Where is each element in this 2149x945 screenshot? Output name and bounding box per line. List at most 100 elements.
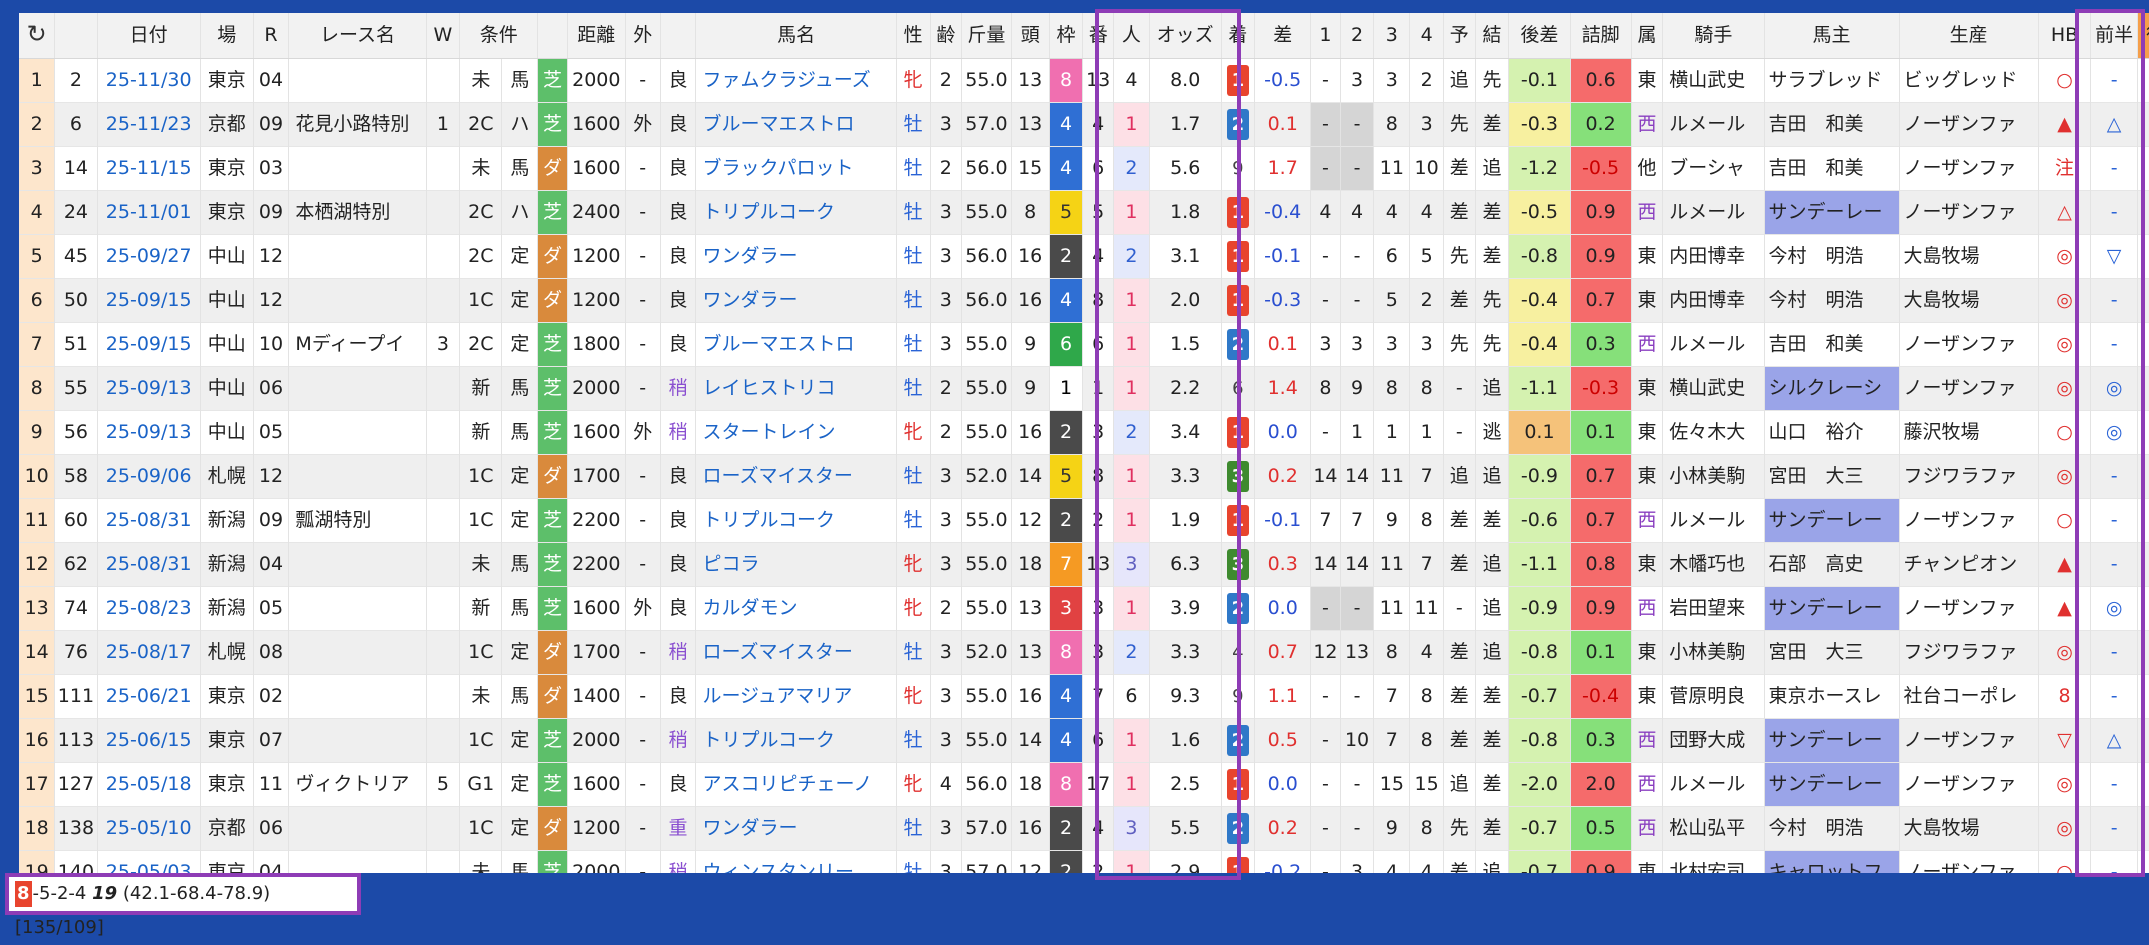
horse-name-link[interactable]: レイヒストリコ xyxy=(695,366,897,411)
horse-name-link[interactable]: ブルーマエストロ xyxy=(695,102,897,147)
race-date-link[interactable]: 25-05/03 xyxy=(97,850,201,873)
second-half-mark: ◎ xyxy=(2137,630,2149,675)
col-header-zoku[interactable]: 属 xyxy=(1631,13,1664,59)
col-header-ninki[interactable]: 人 xyxy=(1113,13,1150,59)
race-name xyxy=(288,630,427,675)
table-row[interactable]: 3 14 25-11/15 東京 03 未馬ダ 1600- 良ブラックパロット牡 2 56.0 15… xyxy=(19,146,2149,191)
col-header-hb[interactable]: HB xyxy=(2038,13,2092,59)
horse-name-link[interactable]: ルージュアマリア xyxy=(695,674,897,719)
horse-name-link[interactable]: ウィンスタンリー xyxy=(695,850,897,873)
col-header-c3[interactable]: 3 xyxy=(1373,13,1411,59)
race-index: 62 xyxy=(54,542,98,587)
col-header-c4[interactable]: 4 xyxy=(1409,13,1444,59)
horse-name-link[interactable]: アスコリピチェーノ xyxy=(695,762,897,807)
col-header-age[interactable]: 齢 xyxy=(930,13,963,59)
col-header-frame[interactable]: 枠 xyxy=(1049,13,1084,59)
col-header-zen[interactable]: 前半 xyxy=(2090,13,2138,59)
table-row[interactable]: 19 140 25-05/03 東京 04 未馬芝 2000- 稍ウィンスタンリー牡 3 57.0… xyxy=(19,850,2149,873)
col-header-c2[interactable]: 2 xyxy=(1340,13,1375,59)
col-header-num[interactable]: 番 xyxy=(1082,13,1114,59)
horse-name-link[interactable]: ワンダラー xyxy=(695,234,897,279)
horse-name-link[interactable]: ワンダラー xyxy=(695,806,897,851)
horse-name-link[interactable]: ワンダラー xyxy=(695,278,897,323)
finish-rank-badge: 1 xyxy=(1226,197,1249,228)
race-date-link[interactable]: 25-08/31 xyxy=(97,542,201,587)
horse-name-link[interactable]: ファムクラジューズ xyxy=(695,58,897,103)
col-header-kou[interactable]: 後半 xyxy=(2137,13,2149,59)
race-date-link[interactable]: 25-11/30 xyxy=(97,58,201,103)
table-row[interactable]: 9 56 25-09/13 中山 05 新馬芝 1600 外稍スタートレイン牝 2 55.0 16 2… xyxy=(19,410,2149,455)
table-row[interactable]: 1 2 25-11/30 東京 04 未馬芝 2000- 良ファムクラジューズ牝 2 55.0 13… xyxy=(19,58,2149,103)
race-date-link[interactable]: 25-09/13 xyxy=(97,366,201,411)
col-header-kin[interactable]: 斤量 xyxy=(961,13,1012,59)
race-date-link[interactable]: 25-11/23 xyxy=(97,102,201,147)
race-class: 1C xyxy=(459,630,503,675)
race-date-link[interactable]: 25-08/31 xyxy=(97,498,201,543)
table-row[interactable]: 18 138 25-05/10 京都 06 1C 定ダ 1200- 重ワンダラー牡 3 57.0 16… xyxy=(19,806,2149,851)
col-header-cond[interactable]: 条件 xyxy=(459,13,539,59)
field-size: 16 xyxy=(1011,278,1050,323)
col-header-tsume[interactable]: 詰脚 xyxy=(1570,13,1632,59)
col-header-heads[interactable]: 頭 xyxy=(1011,13,1050,59)
col-header-breed[interactable]: 生産 xyxy=(1899,13,2039,59)
horse-name-link[interactable]: カルダモン xyxy=(695,586,897,631)
race-date-link[interactable]: 25-06/15 xyxy=(97,718,201,763)
col-header-race[interactable]: レース名 xyxy=(288,13,427,59)
table-row[interactable]: 7 51 25-09/15 中山 10 Mディープイ 3 2C 定芝 1800- 良ブルーマエストロ… xyxy=(19,322,2149,367)
col-header-jockey[interactable]: 騎手 xyxy=(1662,13,1765,59)
table-row[interactable]: 16 113 25-06/15 東京 07 1C 定芝 2000- 稍トリプルコーク牡 3 55.0… xyxy=(19,718,2149,763)
race-date-link[interactable]: 25-09/15 xyxy=(97,278,201,323)
race-date-link[interactable]: 25-09/13 xyxy=(97,410,201,455)
table-row[interactable]: 12 62 25-08/31 新潟 04 未馬芝 2200- 良ピコラ牝 3 55.0 18 7 13 3… xyxy=(19,542,2149,587)
col-header-sex[interactable]: 性 xyxy=(896,13,931,59)
col-header-place[interactable]: 場 xyxy=(200,13,254,59)
race-date-link[interactable]: 25-09/06 xyxy=(97,454,201,499)
table-row[interactable]: 13 74 25-08/23 新潟 05 新馬芝 1600 外良カルダモン牝 2 55.0 13 3 3… xyxy=(19,586,2149,631)
horse-name-link[interactable]: ブラックパロット xyxy=(695,146,897,191)
col-header-diff[interactable]: 差 xyxy=(1254,13,1312,59)
table-row[interactable]: 15 111 25-06/21 東京 02 未馬ダ 1400- 良ルージュアマリア牝 3 55.0… xyxy=(19,674,2149,719)
race-date-link[interactable]: 25-09/27 xyxy=(97,234,201,279)
horse-name-link[interactable]: ピコラ xyxy=(695,542,897,587)
course-outer: - xyxy=(625,278,661,323)
table-row[interactable]: 17 127 25-05/18 東京 11 ヴィクトリア 5 G1 定芝 1600- 良アスコリピチ… xyxy=(19,762,2149,807)
col-header-agsa[interactable]: 後差 xyxy=(1508,13,1571,59)
table-row[interactable]: 11 60 25-08/31 新潟 09 瓢湖特別 1C 定芝 2200- 良トリプルコーク牡 3 5… xyxy=(19,498,2149,543)
horse-name-link[interactable]: ブルーマエストロ xyxy=(695,322,897,367)
race-date-link[interactable]: 25-06/21 xyxy=(97,674,201,719)
table-row[interactable]: 5 45 25-09/27 中山 12 2C 定ダ 1200- 良ワンダラー牡 3 56.0 16 2 4… xyxy=(19,234,2149,279)
col-header-c1[interactable]: 1 xyxy=(1310,13,1341,59)
horse-name-link[interactable]: トリプルコーク xyxy=(695,498,897,543)
race-date-link[interactable]: 25-08/23 xyxy=(97,586,201,631)
horse-name-link[interactable]: ローズマイスター xyxy=(695,454,897,499)
col-header-yo[interactable]: 予 xyxy=(1443,13,1476,59)
col-header-owner[interactable]: 馬主 xyxy=(1764,13,1900,59)
horse-name-link[interactable]: ローズマイスター xyxy=(695,630,897,675)
race-number: 02 xyxy=(253,674,290,719)
table-row[interactable]: 10 58 25-09/06 札幌 12 1C 定ダ 1700- 良ローズマイスター牡 3 52.0… xyxy=(19,454,2149,499)
race-date-link[interactable]: 25-09/15 xyxy=(97,322,201,367)
horse-name-link[interactable]: スタートレイン xyxy=(695,410,897,455)
race-date-link[interactable]: 25-05/10 xyxy=(97,806,201,851)
table-row[interactable]: 2 6 25-11/23 京都 09 花見小路特別 1 2C ハ芝 1600 外良ブルーマエストロ牡… xyxy=(19,102,2149,147)
col-header-r[interactable]: R xyxy=(253,13,290,59)
race-date-link[interactable]: 25-05/18 xyxy=(97,762,201,807)
horse-name-link[interactable]: トリプルコーク xyxy=(695,190,897,235)
race-date-link[interactable]: 25-08/17 xyxy=(97,630,201,675)
col-header-ke[interactable]: 結 xyxy=(1475,13,1510,59)
col-header-dist[interactable]: 距離 xyxy=(567,13,626,59)
race-date-link[interactable]: 25-11/01 xyxy=(97,190,201,235)
horse-name-link[interactable]: トリプルコーク xyxy=(695,718,897,763)
col-header-rank[interactable]: 着 xyxy=(1221,13,1256,59)
col-header-w[interactable]: W xyxy=(426,13,461,59)
race-date-link[interactable]: 25-11/15 xyxy=(97,146,201,191)
col-header-out[interactable]: 外 xyxy=(625,13,661,59)
col-header-horse[interactable]: 馬名 xyxy=(695,13,897,59)
table-row[interactable]: 14 76 25-08/17 札幌 08 1C 定ダ 1700- 稍ローズマイスター牡 3 52.0… xyxy=(19,630,2149,675)
col-header-date[interactable]: 日付 xyxy=(97,13,201,59)
table-row[interactable]: 4 24 25-11/01 東京 09 本栖湖特別 2C ハ芝 2400- 良トリプルコーク牡 3 5… xyxy=(19,190,2149,235)
table-row[interactable]: 6 50 25-09/15 中山 12 1C 定ダ 1200- 良ワンダラー牡 3 56.0 16 4 8… xyxy=(19,278,2149,323)
reload-button[interactable]: ↻ xyxy=(19,13,56,59)
table-row[interactable]: 8 55 25-09/13 中山 06 新馬芝 2000- 稍レイヒストリコ牡 2 55.0 9 1 1… xyxy=(19,366,2149,411)
col-header-odds[interactable]: オッズ xyxy=(1149,13,1222,59)
